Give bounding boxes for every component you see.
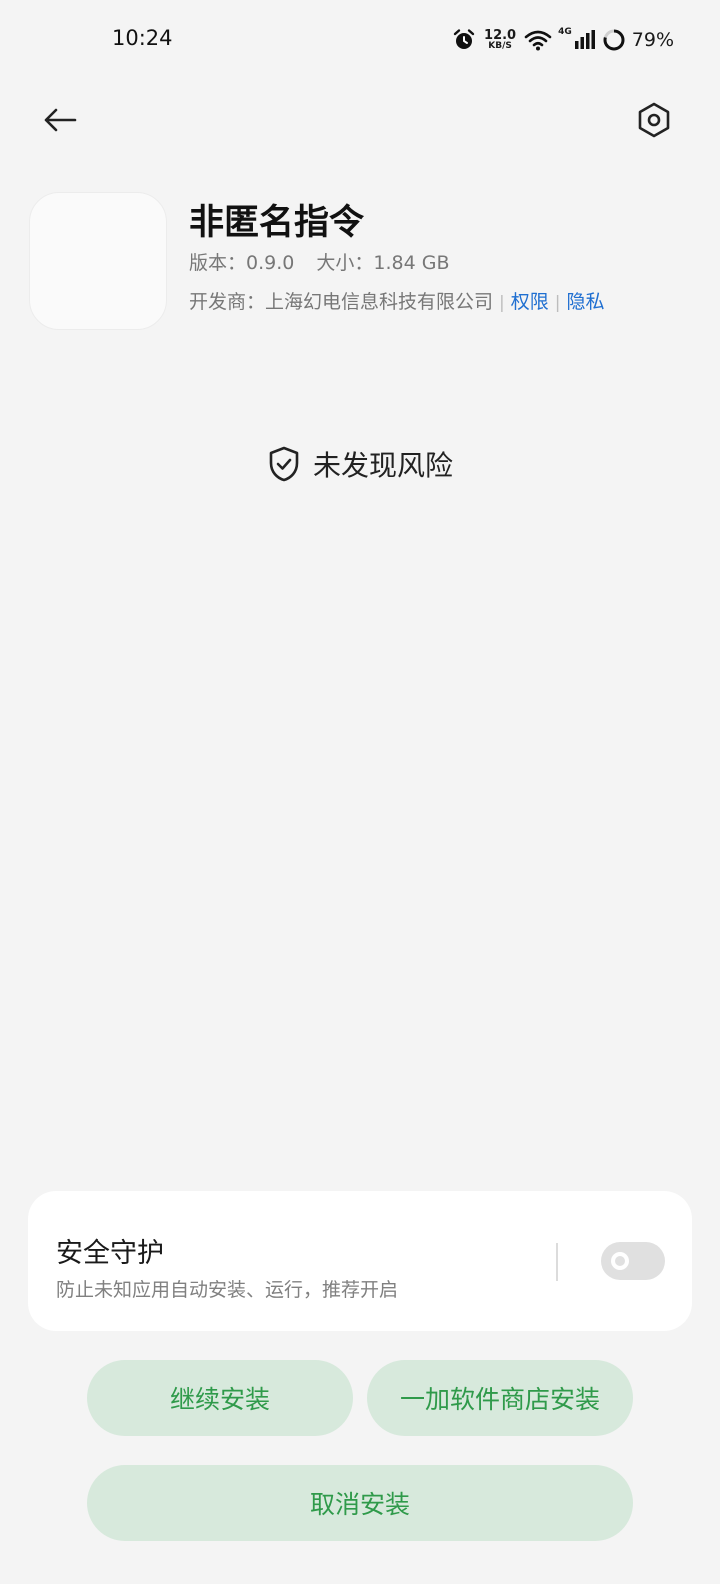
security-title: 安全守护 xyxy=(56,1238,164,1269)
risk-text: 未发现风险 xyxy=(312,449,453,482)
security-toggle[interactable] xyxy=(601,1242,665,1280)
cancel-install-button[interactable]: 取消安装 xyxy=(87,1465,633,1541)
privacy-link[interactable]: 隐私 xyxy=(567,291,605,313)
separator: | xyxy=(554,293,561,313)
app-icon xyxy=(29,192,167,330)
signal-type: 4G xyxy=(558,27,572,37)
size-value: 1.84 GB xyxy=(373,252,450,274)
permissions-link[interactable]: 权限 xyxy=(511,291,549,313)
net-speed-unit: KB/S xyxy=(488,41,512,51)
security-card: 安全守护 防止未知应用自动安装、运行，推荐开启 xyxy=(28,1191,692,1331)
arrow-left-icon xyxy=(44,108,77,132)
size-label: 大小： xyxy=(316,252,374,274)
continue-install-button[interactable]: 继续安装 xyxy=(87,1360,353,1436)
status-icons: 12.0 KB/S 4G 79% xyxy=(452,24,674,56)
separator: | xyxy=(499,293,505,313)
alarm-icon xyxy=(452,28,476,52)
risk-status: 未发现风险 xyxy=(0,444,720,484)
wifi-icon xyxy=(524,29,552,51)
net-speed: 12.0 KB/S xyxy=(484,29,516,51)
status-time: 10:24 xyxy=(112,26,173,50)
install-page: 10:24 12.0 KB/S 4G 79% 非匿名指令 版本：0.9.0 大小… xyxy=(0,0,720,1584)
divider xyxy=(556,1243,558,1281)
version-label: 版本： xyxy=(189,252,247,274)
cell-signal-icon xyxy=(574,30,596,50)
version-value: 0.9.0 xyxy=(246,252,295,274)
status-bar: 10:24 12.0 KB/S 4G 79% xyxy=(0,0,720,80)
toggle-knob xyxy=(611,1252,629,1270)
store-install-button[interactable]: 一加软件商店安装 xyxy=(367,1360,633,1436)
developer-row: 开发商：上海幻电信息科技有限公司 | 权限 | 隐私 xyxy=(189,287,605,314)
hexagon-settings-icon xyxy=(638,102,670,138)
developer-label: 开发商： xyxy=(189,291,266,313)
back-button[interactable] xyxy=(38,98,82,142)
battery-percent: 79% xyxy=(631,29,674,51)
security-description: 防止未知应用自动安装、运行，推荐开启 xyxy=(56,1279,399,1301)
app-name: 非匿名指令 xyxy=(189,203,365,243)
battery-ring-icon xyxy=(602,28,626,52)
app-meta: 版本：0.9.0 大小：1.84 GB xyxy=(189,248,450,275)
shield-check-icon xyxy=(269,446,299,482)
developer-name: 上海幻电信息科技有限公司 xyxy=(265,291,494,313)
settings-button[interactable] xyxy=(632,98,676,142)
